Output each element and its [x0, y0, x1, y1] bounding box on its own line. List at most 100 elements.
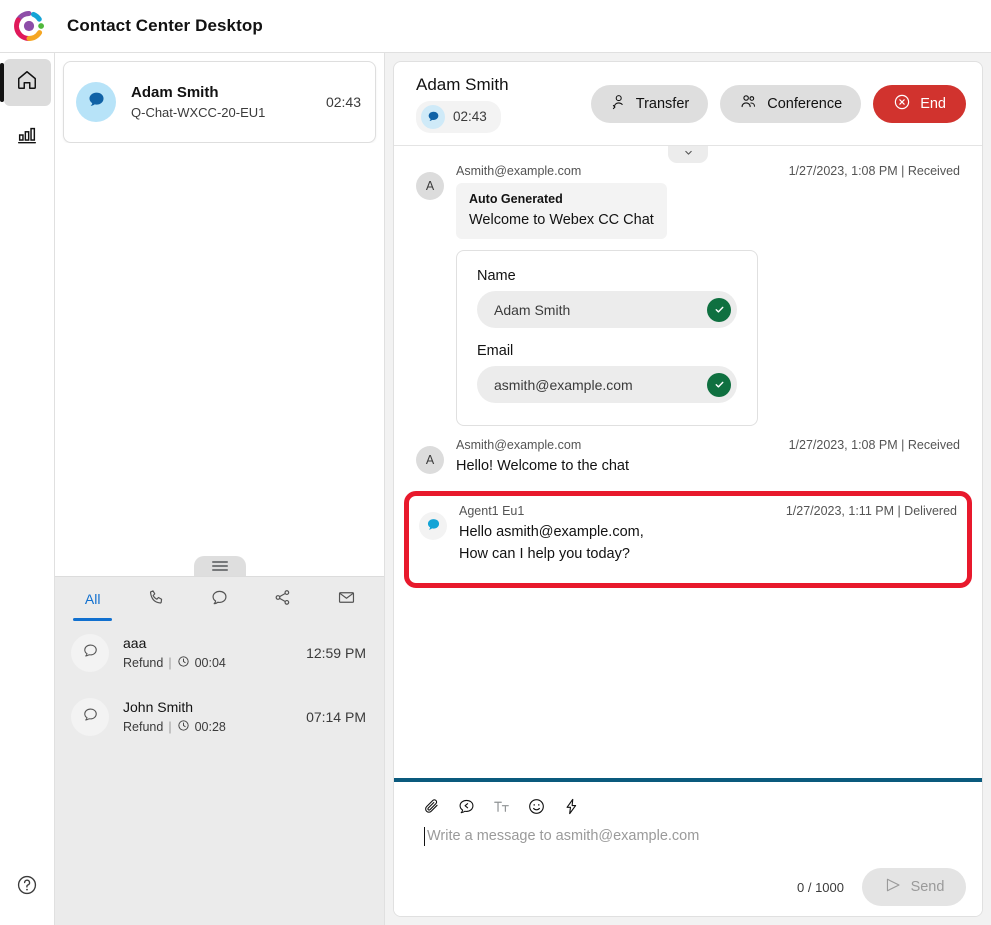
home-icon	[16, 69, 38, 96]
clock-icon	[177, 655, 190, 671]
composer-footer: 0 / 1000 Send	[410, 868, 966, 906]
chat-bubble-outline-icon	[82, 642, 99, 664]
lightning-bolt-icon[interactable]	[562, 797, 581, 816]
task-time: 12:59 PM	[306, 645, 366, 661]
task-filter-tabs: All	[55, 577, 384, 621]
app-header: Contact Center Desktop	[0, 0, 991, 53]
task-row[interactable]: John Smith Refund | 00:28 07:14 PM	[55, 685, 384, 749]
check-circle-icon	[707, 297, 731, 322]
active-contact-area: Adam Smith Q-Chat-WXCC-20-EU1 02:43	[55, 53, 384, 143]
avatar: A	[416, 172, 444, 200]
check-circle-icon	[707, 372, 731, 397]
tab-chats[interactable]	[188, 577, 251, 621]
active-contact-card[interactable]: Adam Smith Q-Chat-WXCC-20-EU1 02:43	[63, 61, 376, 143]
panel-drag-handle[interactable]	[193, 556, 246, 576]
task-time: 07:14 PM	[306, 709, 366, 725]
chat-icon	[210, 588, 229, 610]
task-row[interactable]: aaa Refund | 00:04 12:59 PM	[55, 621, 384, 685]
tab-social[interactable]	[251, 577, 314, 621]
attachment-paperclip-icon[interactable]	[422, 797, 441, 816]
tab-all-label: All	[84, 591, 101, 607]
form-field-name: Adam Smith	[477, 291, 737, 328]
avatar	[71, 634, 109, 672]
send-plane-icon	[884, 876, 902, 898]
send-button-label: Send	[910, 879, 945, 895]
customer-info-form-card: Name Adam Smith Email asmith@example.com	[456, 250, 758, 426]
sidebar-item-home[interactable]	[0, 59, 51, 106]
interaction-customer-info: Adam Smith 02:43	[416, 75, 579, 133]
form-value-name: Adam Smith	[494, 301, 571, 318]
app-body: Adam Smith Q-Chat-WXCC-20-EU1 02:43 All	[0, 53, 991, 925]
transfer-button-label: Transfer	[635, 95, 690, 112]
task-queue: Refund	[123, 656, 164, 670]
composer-toolbar	[410, 794, 966, 818]
end-button[interactable]: End	[873, 84, 966, 123]
task-duration: 00:04	[194, 656, 226, 670]
task-separator: |	[168, 656, 172, 670]
system-message-text: Welcome to Webex CC Chat	[469, 212, 654, 228]
webex-logo-icon	[12, 9, 46, 43]
chat-bubble-outline-icon	[82, 706, 99, 728]
hamburger-handle-icon	[211, 559, 228, 573]
task-subtitle: Refund | 00:04	[123, 655, 306, 671]
text-format-icon[interactable]	[492, 797, 511, 816]
collapse-history-button[interactable]	[668, 146, 708, 163]
message-text: Hello! Welcome to the chat	[456, 458, 630, 474]
message-timestamp: 1/27/2023, 1:11 PM | Delivered	[785, 504, 957, 519]
message-item: A Asmith@example.com 1/27/2023, 1:08 PM …	[416, 434, 960, 485]
message-text-line2: How can I help you today?	[459, 546, 630, 563]
composer-input-row[interactable]: Write a message to asmith@example.com	[410, 824, 966, 854]
tab-email[interactable]	[315, 577, 378, 621]
conference-button-label: Conference	[767, 95, 843, 112]
sidebar-item-analytics[interactable]	[4, 114, 51, 161]
help-circle-icon	[16, 874, 38, 901]
annotation-highlight-box: Agent1 Eu1 1/27/2023, 1:11 PM | Delivere…	[404, 491, 972, 589]
chat-bubble-icon	[87, 90, 106, 114]
task-separator: |	[168, 720, 172, 734]
form-value-email: asmith@example.com	[494, 376, 633, 393]
send-button[interactable]: Send	[862, 868, 966, 906]
avatar	[419, 512, 447, 541]
task-list-panel: All aaa Refund | 00:04 12:59 PM John Smi…	[55, 576, 384, 925]
conference-button[interactable]: Conference	[720, 84, 862, 123]
quick-response-icon[interactable]	[457, 797, 476, 816]
avatar	[71, 698, 109, 736]
transfer-button[interactable]: Transfer	[590, 84, 709, 123]
message-item: A Asmith@example.com 1/27/2023, 1:08 PM …	[416, 160, 960, 434]
phone-icon	[147, 588, 166, 610]
character-counter: 0 / 1000	[797, 879, 844, 895]
task-column: Adam Smith Q-Chat-WXCC-20-EU1 02:43 All	[55, 53, 385, 925]
interaction-header: Adam Smith 02:43 Transfer Conference End	[394, 62, 982, 146]
message-input[interactable]: Write a message to asmith@example.com	[424, 824, 966, 848]
status-badge: 02:43	[416, 100, 501, 133]
tab-calls[interactable]	[124, 577, 187, 621]
message-composer: Write a message to asmith@example.com 0 …	[394, 778, 982, 916]
page-title: Contact Center Desktop	[67, 16, 263, 35]
chat-bubble-icon	[426, 517, 441, 535]
clock-icon	[177, 719, 190, 735]
tab-all[interactable]: All	[61, 577, 124, 621]
emoji-icon[interactable]	[527, 797, 546, 816]
task-duration: 00:28	[194, 720, 226, 734]
circle-x-icon	[893, 93, 911, 115]
system-message-title: Auto Generated	[469, 192, 563, 206]
message-list[interactable]: A Asmith@example.com 1/27/2023, 1:08 PM …	[394, 146, 982, 778]
message-timestamp: 1/27/2023, 1:08 PM | Received	[788, 438, 960, 452]
text-caret	[424, 827, 425, 846]
interaction-wrap: Adam Smith 02:43 Transfer Conference End…	[385, 53, 991, 925]
help-button[interactable]	[0, 874, 54, 901]
social-share-icon	[273, 588, 292, 610]
message-sender: Asmith@example.com	[456, 164, 582, 178]
message-text-line1: Hello asmith@example.com,	[459, 524, 644, 541]
chat-bubble-icon	[421, 104, 445, 129]
form-label-email: Email	[477, 343, 514, 359]
navigation-rail	[0, 53, 55, 925]
form-label-name: Name	[477, 268, 516, 284]
interaction-customer-name: Adam Smith	[416, 74, 509, 94]
avatar	[76, 82, 116, 122]
person-transfer-icon	[610, 93, 627, 114]
chevron-down-icon	[682, 146, 695, 164]
task-title: aaa	[123, 635, 147, 651]
people-group-icon	[739, 92, 758, 115]
contact-name: Adam Smith	[131, 84, 219, 101]
